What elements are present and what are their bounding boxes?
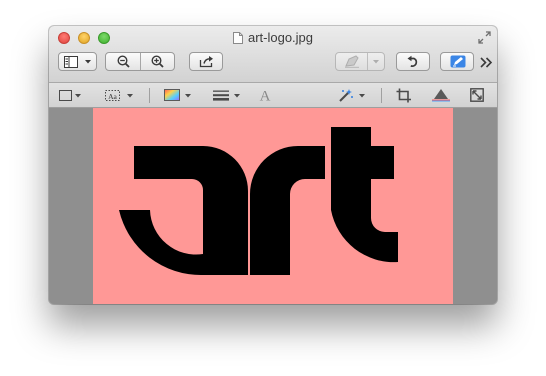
line-style-tool[interactable] — [213, 83, 241, 107]
image-canvas[interactable]: art — [49, 108, 497, 304]
shapes-tool[interactable] — [59, 83, 85, 107]
resize-icon — [470, 88, 484, 102]
zoom-in-icon — [151, 55, 164, 68]
crop-tool[interactable] — [396, 83, 412, 107]
edit-toolbar: Aa A — [49, 83, 497, 108]
font-tool[interactable]: A — [258, 83, 272, 107]
document-icon — [232, 32, 243, 44]
markup-toggle-button[interactable] — [440, 52, 474, 71]
chevron-down-icon — [127, 94, 133, 98]
text-tool-glyph: Aa — [108, 92, 117, 101]
share-icon — [199, 56, 213, 68]
color-tool[interactable] — [164, 83, 192, 107]
magic-wand-icon — [339, 89, 353, 102]
rectangle-select-icon — [59, 90, 72, 101]
crop-icon — [396, 88, 411, 103]
window-title-text: art-logo.jpg — [247, 30, 314, 45]
line-style-icon — [213, 90, 229, 101]
instant-alpha-tool[interactable] — [338, 83, 366, 107]
art-logo-graphic — [119, 127, 398, 276]
rotate-left-icon — [407, 55, 418, 67]
chevron-down-icon — [359, 94, 365, 98]
text-box-icon: Aa — [105, 90, 120, 101]
prism-icon — [432, 89, 450, 102]
zoom-segmented-control — [105, 52, 175, 71]
chevron-down-icon — [185, 94, 191, 98]
highlight-menu-button[interactable] — [335, 52, 385, 71]
zoom-in-button[interactable] — [141, 53, 174, 70]
chevron-down-icon — [234, 94, 240, 98]
zoom-out-button[interactable] — [106, 53, 140, 70]
view-menu-button[interactable] — [58, 52, 97, 71]
font-icon: A — [260, 89, 271, 104]
color-swatch-icon — [164, 89, 180, 101]
art-logo-image: art — [93, 108, 453, 304]
adjust-size-tool[interactable] — [470, 83, 484, 107]
rotate-button[interactable] — [396, 52, 430, 71]
double-chevron-icon[interactable] — [480, 57, 493, 68]
preview-window: art-logo.jpg Aa A — [49, 26, 497, 304]
highlighter-icon — [345, 55, 359, 68]
pen-icon — [450, 55, 466, 68]
zoom-out-icon — [117, 55, 130, 68]
chevron-down-icon — [373, 60, 379, 64]
chevron-down-icon — [85, 60, 91, 64]
text-tool[interactable]: Aa — [104, 83, 134, 107]
sidebar-view-icon — [64, 56, 78, 68]
font-tool-glyph: A — [260, 89, 271, 104]
window-title: art-logo.jpg — [49, 29, 497, 47]
title-bar[interactable]: art-logo.jpg — [49, 26, 497, 83]
fullscreen-icon[interactable] — [478, 31, 491, 44]
adjust-color-tool[interactable] — [432, 83, 450, 107]
share-button[interactable] — [189, 52, 223, 71]
chevron-down-icon — [75, 94, 81, 98]
